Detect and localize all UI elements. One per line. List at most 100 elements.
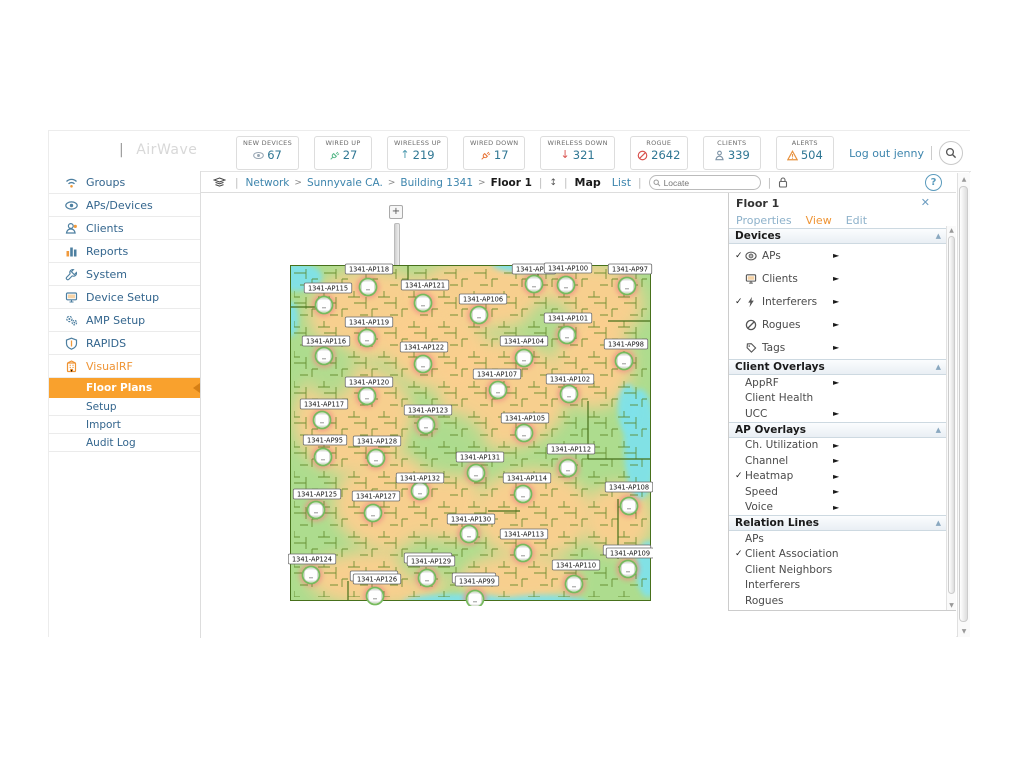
sort-arrows-icon[interactable]: ↕	[549, 178, 557, 188]
ap-marker[interactable]	[365, 505, 382, 522]
ap-label[interactable]: 1341-AP112	[547, 444, 595, 454]
ap-marker[interactable]	[368, 450, 385, 467]
ap-marker[interactable]	[419, 570, 436, 587]
ap-marker[interactable]	[621, 498, 638, 515]
expand-arrow-icon[interactable]: ►	[833, 456, 839, 465]
ap-label[interactable]: 1341-AP121	[401, 280, 449, 290]
panel-row-channel[interactable]: Channel►	[729, 453, 947, 469]
ap-marker[interactable]	[619, 278, 636, 295]
lock-icon[interactable]	[778, 177, 788, 188]
sidebar-item-system[interactable]: System	[49, 263, 200, 286]
sidebar-item-device-setup[interactable]: Device Setup	[49, 286, 200, 309]
expand-arrow-icon[interactable]: ►	[833, 487, 839, 496]
sidebar-item-amp-setup[interactable]: AMP Setup	[49, 309, 200, 332]
panel-row-clients[interactable]: Clients►	[729, 267, 947, 290]
ap-label[interactable]: 1341-AP116	[302, 336, 350, 346]
collapse-icon[interactable]: ▲	[936, 363, 941, 371]
ap-marker[interactable]	[516, 350, 533, 367]
ap-label[interactable]: 1341-AP110	[552, 560, 600, 570]
ap-marker[interactable]	[471, 307, 488, 324]
expand-arrow-icon[interactable]: ►	[833, 441, 839, 450]
expand-arrow-icon[interactable]: ►	[833, 251, 839, 260]
ap-marker[interactable]	[467, 591, 484, 607]
panel-row-interferers[interactable]: ✓Interferers►	[729, 290, 947, 313]
ap-label[interactable]: 1341-AP108	[605, 482, 653, 492]
expand-arrow-icon[interactable]: ►	[833, 274, 839, 283]
section-header-relation-lines[interactable]: Relation Lines▲	[729, 515, 947, 531]
collapse-icon[interactable]: ▲	[936, 426, 941, 434]
breadcrumb-link[interactable]: Sunnyvale CA.	[307, 177, 383, 189]
ap-label[interactable]: 1341-AP115	[304, 283, 352, 293]
ap-marker[interactable]	[490, 382, 507, 399]
sidebar-item-audit-log[interactable]: Audit Log	[49, 434, 200, 452]
stat-rogue[interactable]: ROGUE 2642	[630, 136, 688, 170]
sidebar-item-import[interactable]: Import	[49, 416, 200, 434]
ap-marker[interactable]	[516, 425, 533, 442]
ap-label[interactable]: 1341-AP118	[345, 264, 393, 274]
breadcrumb-link[interactable]: Building 1341	[400, 177, 473, 189]
help-icon[interactable]: ?	[925, 174, 942, 191]
ap-marker[interactable]	[559, 327, 576, 344]
stat-new-devices[interactable]: NEW DEVICES 67	[236, 136, 299, 170]
logout-link[interactable]: Log out jenny	[849, 147, 924, 160]
ap-marker[interactable]	[468, 465, 485, 482]
ap-label[interactable]: 1341-AP102	[546, 374, 594, 384]
ap-marker[interactable]	[308, 502, 325, 519]
expand-arrow-icon[interactable]: ►	[833, 297, 839, 306]
panel-row-rogues[interactable]: Rogues	[729, 593, 947, 609]
expand-arrow-icon[interactable]: ►	[833, 343, 839, 352]
ap-label[interactable]: 1341-AP99	[455, 576, 498, 586]
sidebar-item-setup[interactable]: Setup	[49, 398, 200, 416]
ap-marker[interactable]	[303, 567, 320, 584]
ap-label[interactable]: 1341-AP125	[293, 489, 341, 499]
ap-label[interactable]: 1341-AP130	[447, 514, 495, 524]
ap-label[interactable]: 1341-AP97	[608, 264, 651, 274]
ap-label[interactable]: 1341-AP117	[300, 399, 348, 409]
ap-label[interactable]: 1341-AP100	[544, 263, 592, 273]
ap-marker[interactable]	[526, 276, 543, 293]
sidebar-item-aps-devices[interactable]: APs/Devices	[49, 194, 200, 217]
ap-label[interactable]: 1341-AP131	[456, 452, 504, 462]
ap-label[interactable]: 1341-AP114	[503, 473, 551, 483]
ap-label[interactable]: 1341-AP98	[604, 339, 647, 349]
ap-marker[interactable]	[620, 561, 637, 578]
ap-marker[interactable]	[415, 295, 432, 312]
expand-arrow-icon[interactable]: ►	[833, 320, 839, 329]
ap-marker[interactable]	[616, 353, 633, 370]
page-scrollbar[interactable]: ▲ ▼	[957, 173, 970, 637]
ap-marker[interactable]	[316, 297, 333, 314]
panel-row-heatmap[interactable]: ✓Heatmap►	[729, 469, 947, 485]
ap-label[interactable]: 1341-AP127	[352, 491, 400, 501]
ap-marker[interactable]	[515, 545, 532, 562]
panel-scrollbar[interactable]: ▲ ▼	[946, 226, 956, 610]
ap-marker[interactable]	[359, 388, 376, 405]
ap-marker[interactable]	[359, 330, 376, 347]
panel-row-ch-utilization[interactable]: Ch. Utilization►	[729, 438, 947, 454]
panel-row-client-association[interactable]: ✓Client Association	[729, 547, 947, 563]
stat-wired-down[interactable]: WIRED DOWN 17	[463, 136, 525, 170]
ap-label[interactable]: 1341-AP113	[500, 529, 548, 539]
expand-arrow-icon[interactable]: ►	[833, 409, 839, 418]
panel-row-client-neighbors[interactable]: Client Neighbors	[729, 562, 947, 578]
ap-label[interactable]: 1341-AP104	[500, 336, 548, 346]
ap-label[interactable]: 1341-AP95	[303, 435, 346, 445]
ap-label[interactable]: 1341-AP129	[407, 556, 455, 566]
section-header-devices[interactable]: Devices▲	[729, 228, 947, 244]
panel-close-icon[interactable]: ✕	[921, 196, 930, 209]
ap-marker[interactable]	[418, 417, 435, 434]
panel-row-aps[interactable]: APs	[729, 531, 947, 547]
panel-row-apprf[interactable]: AppRF►	[729, 375, 947, 391]
panel-row-interferers[interactable]: Interferers	[729, 578, 947, 594]
ap-label[interactable]: 1341-AP122	[400, 342, 448, 352]
ap-marker[interactable]	[316, 348, 333, 365]
ap-marker[interactable]	[415, 356, 432, 373]
ap-marker[interactable]	[515, 486, 532, 503]
ap-marker[interactable]	[412, 483, 429, 500]
panel-row-voice[interactable]: Voice►	[729, 500, 947, 516]
expand-arrow-icon[interactable]: ►	[833, 472, 839, 481]
expand-arrow-icon[interactable]: ►	[833, 378, 839, 387]
ap-label[interactable]: 1341-AP123	[404, 405, 452, 415]
ap-label[interactable]: 1341-AP126	[353, 574, 401, 584]
panel-row-tags[interactable]: Tags►	[729, 336, 947, 359]
ap-marker[interactable]	[566, 576, 583, 593]
